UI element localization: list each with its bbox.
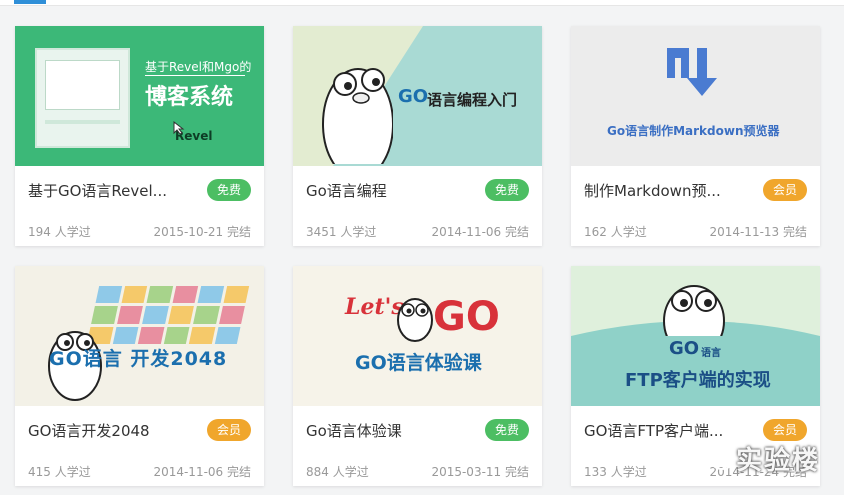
course-thumbnail[interactable]: GO 语言 FTP客户端的实现: [571, 266, 820, 406]
thumb-go-text: GO: [669, 338, 700, 359]
cursor-icon: [173, 121, 185, 135]
course-card[interactable]: 基于Revel和Mgo的 博客系统 Revel 基于GO语言Revel... 免…: [15, 26, 264, 246]
completion-date: 2014-11-13 完结: [709, 225, 807, 239]
course-title[interactable]: 制作Markdown预...: [584, 180, 754, 201]
tile-board: [86, 286, 250, 344]
course-thumbnail[interactable]: Go语言制作Markdown预览器: [571, 26, 820, 166]
price-badge: 会员: [762, 419, 807, 441]
thumb-title: 语言编程入门: [427, 91, 518, 109]
thumb-subtitle: 基于Revel和Mgo的: [145, 60, 252, 74]
wechat-icon: [700, 445, 733, 470]
thumb-go-text: GO: [433, 294, 500, 340]
gopher-mascot-icon: [663, 285, 725, 336]
course-title[interactable]: Go语言编程: [306, 180, 476, 201]
course-meta: 884 人学过 2015-03-11 完结: [306, 463, 529, 480]
active-tab-indicator[interactable]: [14, 0, 46, 4]
thumb-title: FTP客户端的实现: [625, 370, 771, 391]
learner-count: 133 人学过: [584, 465, 647, 479]
thumb-title: GO语言 开发2048: [49, 348, 228, 370]
blog-mockup-image: [35, 48, 130, 148]
learner-count: 162 人学过: [584, 225, 647, 239]
watermark: 实验楼: [700, 440, 835, 476]
thumb-title: Go语言制作Markdown预览器: [607, 124, 780, 138]
course-meta: 415 人学过 2014-11-06 完结: [28, 463, 251, 480]
thumb-title: 博客系统: [145, 85, 234, 110]
completion-date: 2015-03-11 完结: [431, 465, 529, 479]
gopher-mascot-icon: [322, 68, 393, 164]
completion-date: 2015-10-21 完结: [153, 225, 251, 239]
price-badge: 免费: [484, 179, 529, 201]
course-card[interactable]: GO语言 开发2048 GO语言开发2048 会员 415 人学过 2014-1…: [15, 266, 264, 486]
thumb-go-text: GO: [398, 86, 429, 107]
course-thumbnail[interactable]: GO语言 开发2048: [15, 266, 264, 406]
gopher-mascot-icon: [397, 298, 433, 342]
markdown-arrow-icon: [667, 48, 717, 96]
watermark-text: 实验楼: [736, 446, 821, 476]
course-thumbnail[interactable]: Let's GO GO语言体验课: [293, 266, 542, 406]
completion-date: 2014-11-06 完结: [431, 225, 529, 239]
price-badge: 会员: [762, 179, 807, 201]
course-title[interactable]: GO语言FTP客户端...: [584, 420, 754, 441]
top-tab-bar: [0, 0, 844, 6]
course-thumbnail[interactable]: GO 语言编程入门: [293, 26, 542, 166]
learner-count: 884 人学过: [306, 465, 369, 479]
learner-count: 415 人学过: [28, 465, 91, 479]
course-meta: 162 人学过 2014-11-13 完结: [584, 223, 807, 240]
course-card[interactable]: Go语言制作Markdown预览器 制作Markdown预... 会员 162 …: [571, 26, 820, 246]
course-thumbnail[interactable]: 基于Revel和Mgo的 博客系统 Revel: [15, 26, 264, 166]
learner-count: 3451 人学过: [306, 225, 377, 239]
price-badge: 会员: [206, 419, 251, 441]
learner-count: 194 人学过: [28, 225, 91, 239]
course-card[interactable]: Let's GO GO语言体验课 Go语言体验课 免费 884 人学过 2015…: [293, 266, 542, 486]
price-badge: 免费: [484, 419, 529, 441]
course-meta: 3451 人学过 2014-11-06 完结: [306, 223, 529, 240]
thumb-title: GO语言体验课: [355, 352, 482, 374]
price-badge: 免费: [206, 179, 251, 201]
thumb-small-text: 语言: [701, 348, 721, 359]
course-meta: 194 人学过 2015-10-21 完结: [28, 223, 251, 240]
course-card[interactable]: GO 语言编程入门 Go语言编程 免费 3451 人学过 2014-11-06 …: [293, 26, 542, 246]
course-title[interactable]: GO语言开发2048: [28, 420, 198, 441]
course-title[interactable]: Go语言体验课: [306, 420, 476, 441]
course-title[interactable]: 基于GO语言Revel...: [28, 180, 198, 201]
completion-date: 2014-11-06 完结: [153, 465, 251, 479]
